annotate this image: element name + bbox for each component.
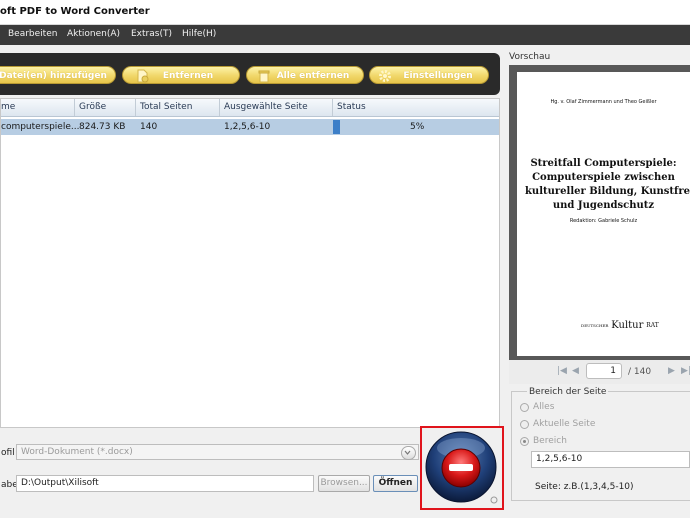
status-progress-bar: [333, 120, 340, 134]
radio-current-page-label: Aktuelle Seite: [533, 419, 596, 429]
page-number-input[interactable]: 1: [586, 363, 622, 379]
col-divider: [135, 99, 136, 116]
preview-label: Vorschau: [509, 52, 551, 62]
remove-all-label: Alle entfernen: [276, 71, 350, 81]
add-files-button[interactable]: Datei(en) hinzufügen: [0, 66, 116, 84]
logo-main: Kultur: [611, 320, 644, 331]
remove-label: Entfernen: [162, 71, 214, 81]
title-bar: oft PDF to Word Converter: [0, 0, 690, 25]
profile-label: ofil: [1, 448, 15, 458]
menu-hilfe[interactable]: Hilfe(H): [182, 29, 216, 39]
page-title-line-1: Streitfall Computerspiele:: [530, 158, 677, 169]
col-divider: [74, 99, 75, 116]
settings-button[interactable]: Einstellungen: [369, 66, 489, 84]
radio-range[interactable]: [520, 437, 529, 446]
page-title-line-4: und Jugendschutz: [552, 200, 655, 211]
remove-file-icon: [137, 69, 149, 83]
cell-status: 5%: [410, 122, 425, 132]
cell-name: computerspiele...: [1, 122, 80, 132]
logo-suffix: RAT: [646, 322, 659, 329]
remove-button[interactable]: Entfernen: [122, 66, 240, 84]
radio-current-page[interactable]: [520, 420, 529, 429]
last-page-icon[interactable]: ▶|: [681, 366, 690, 376]
kulturrat-logo: DEUTSCHER Kultur RAT: [581, 320, 659, 331]
menu-bearbeiten[interactable]: Bearbeiten: [8, 29, 57, 39]
profile-value: Word-Dokument (*.docx): [21, 447, 133, 457]
gear-icon: [379, 70, 391, 82]
cell-size: 824.73 KB: [79, 122, 126, 132]
preview-page: Hg. v. Olaf Zimmermann und Theo Geißler …: [517, 72, 690, 356]
window-title: oft PDF to Word Converter: [0, 6, 150, 17]
destination-value: D:\Output\Xilisoft: [21, 478, 99, 488]
col-divider: [219, 99, 220, 116]
menu-aktionen[interactable]: Aktionen(A): [67, 29, 120, 39]
col-selected-pages[interactable]: Ausgewählte Seite: [224, 102, 308, 112]
previous-page-icon[interactable]: ◀: [572, 366, 579, 376]
page-title-line-2: Computerspiele zwischen: [532, 172, 675, 183]
menu-extras[interactable]: Extras(T): [131, 29, 172, 39]
chevron-down-icon[interactable]: [401, 446, 416, 460]
page-title-line-3: kultureller Bildung, Kunstfreihe: [525, 186, 690, 197]
table-row[interactable]: computerspiele... 824.73 KB 140 1,2,5,6-…: [1, 119, 499, 135]
cell-selected: 1,2,5,6-10: [224, 122, 271, 132]
cell-pages: 140: [140, 122, 158, 132]
col-size[interactable]: Größe: [79, 102, 106, 112]
profile-select[interactable]: Word-Dokument (*.docx): [16, 444, 419, 460]
table-header: me Größe Total Seiten Ausgewählte Seite …: [1, 99, 499, 117]
page-range-hint: Seite: z.B.(1,3,4,5-10): [535, 482, 634, 492]
stop-button-highlight: [420, 426, 504, 510]
page-range-value: 1,2,5,6-10: [536, 454, 583, 464]
file-table[interactable]: me Größe Total Seiten Ausgewählte Seite …: [0, 98, 500, 428]
add-files-label: Datei(en) hinzufügen: [0, 71, 107, 81]
toolbar: Datei(en) hinzufügen Entfernen Alle entf…: [0, 53, 500, 95]
col-total-pages[interactable]: Total Seiten: [140, 102, 192, 112]
page-authors: Hg. v. Olaf Zimmermann und Theo Geißler: [550, 99, 657, 105]
logo-prefix: DEUTSCHER: [581, 323, 609, 328]
first-page-icon[interactable]: |◀: [557, 366, 567, 376]
page-range-legend: Bereich der Seite: [527, 387, 609, 397]
browse-button[interactable]: Browsen...: [318, 475, 370, 492]
col-divider: [332, 99, 333, 116]
destination-input[interactable]: D:\Output\Xilisoft: [16, 475, 314, 492]
page-range-input[interactable]: 1,2,5,6-10: [531, 451, 690, 468]
next-page-icon[interactable]: ▶: [668, 366, 675, 376]
col-name[interactable]: me: [1, 102, 15, 112]
page-editor: Redaktion: Gabriele Schulz: [569, 218, 638, 224]
radio-range-label: Bereich: [533, 436, 567, 446]
trash-icon: [258, 70, 270, 83]
remove-all-button[interactable]: Alle entfernen: [246, 66, 364, 84]
menu-bar: Bearbeiten Aktionen(A) Extras(T) Hilfe(H…: [0, 25, 690, 45]
col-status[interactable]: Status: [337, 102, 366, 112]
settings-label: Einstellungen: [403, 71, 473, 81]
chevron-down-icon-glyph: [404, 450, 411, 455]
page-total: / 140: [628, 367, 652, 377]
radio-all-label: Alles: [533, 402, 555, 412]
open-button[interactable]: Öffnen: [373, 475, 418, 492]
stop-conversion-button[interactable]: [422, 428, 502, 508]
radio-all[interactable]: [520, 403, 529, 412]
page-number-value: 1: [610, 366, 616, 376]
